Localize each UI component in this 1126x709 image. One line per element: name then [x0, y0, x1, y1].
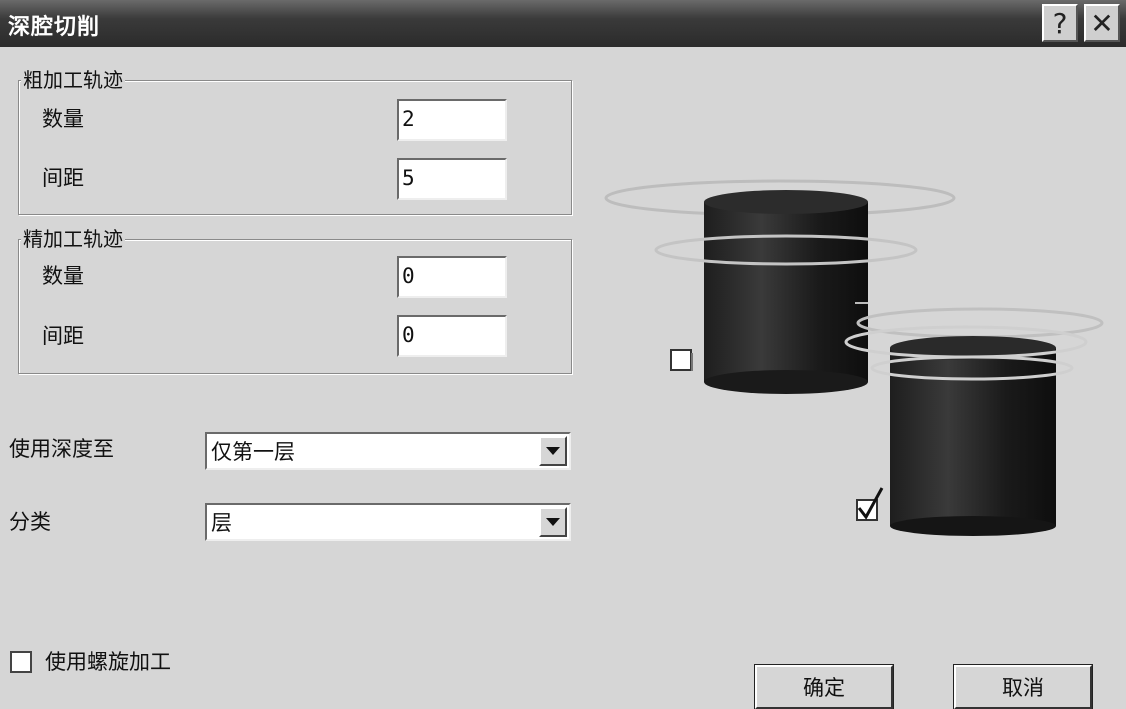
- right-cylinder: [890, 336, 1056, 536]
- close-button[interactable]: ✕: [1084, 4, 1120, 42]
- spiral-checkbox[interactable]: [10, 651, 32, 673]
- depth-label: 使用深度至: [9, 437, 114, 461]
- checked-box-icon: [856, 487, 884, 521]
- finish-toolpath-legend: 精加工轨迹: [21, 227, 125, 251]
- cancel-button[interactable]: 取消: [953, 664, 1093, 709]
- sort-dropdown-button[interactable]: [539, 507, 567, 537]
- finish-count-input[interactable]: 0: [397, 256, 507, 298]
- depth-select[interactable]: 仅第一层: [205, 432, 571, 470]
- close-icon: ✕: [1090, 6, 1114, 40]
- title-bar: 深腔切削 ? ✕: [0, 0, 1126, 47]
- window-title: 深腔切削: [8, 15, 101, 40]
- finish-spacing-label: 间距: [42, 324, 84, 348]
- spiral-label: 使用螺旋加工: [45, 650, 171, 674]
- sort-label: 分类: [9, 510, 51, 534]
- finish-count-label: 数量: [42, 264, 84, 288]
- left-cylinder: [704, 190, 868, 394]
- chevron-down-icon: [546, 518, 560, 526]
- finish-spacing-input[interactable]: 0: [397, 315, 507, 357]
- help-button[interactable]: ?: [1042, 4, 1078, 42]
- unchecked-box-icon: [670, 349, 693, 371]
- sort-select[interactable]: 层: [205, 503, 571, 541]
- rough-count-label: 数量: [42, 107, 84, 131]
- rough-spacing-label: 间距: [42, 166, 84, 190]
- help-icon: ?: [1052, 6, 1068, 40]
- depth-selected-value: 仅第一层: [211, 440, 295, 464]
- cylinder-illustration: [604, 179, 1104, 536]
- sort-selected-value: 层: [211, 511, 232, 535]
- rough-spacing-input[interactable]: 5: [397, 158, 507, 200]
- rough-count-input[interactable]: 2: [397, 99, 507, 141]
- rough-toolpath-legend: 粗加工轨迹: [21, 68, 125, 92]
- ok-button[interactable]: 确定: [754, 664, 894, 709]
- depth-dropdown-button[interactable]: [539, 436, 567, 466]
- chevron-down-icon: [546, 447, 560, 455]
